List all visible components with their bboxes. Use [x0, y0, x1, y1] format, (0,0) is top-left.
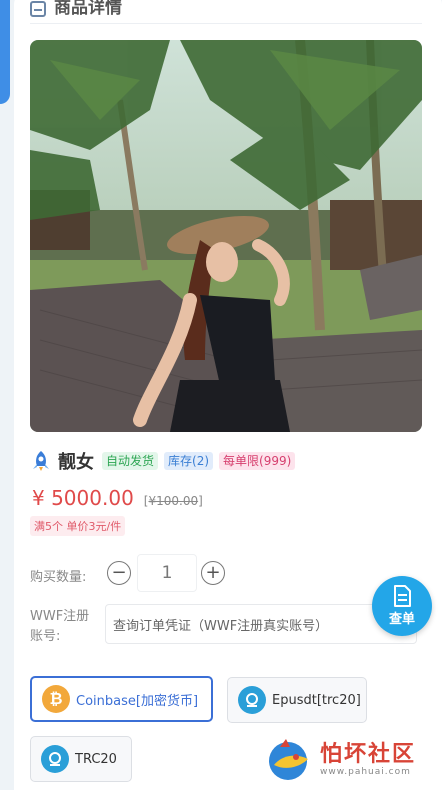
page-title: 商品详情: [54, 0, 122, 18]
quantity-increase-button[interactable]: +: [201, 561, 225, 585]
payment-epusdt-label: Epusdt[trc20]: [272, 692, 361, 708]
price-row: ¥ 5000.00 [¥100.00]: [32, 486, 203, 510]
account-input[interactable]: 查询订单凭证（WWF注册真实账号）: [105, 604, 417, 644]
trc20-icon: [41, 745, 69, 773]
original-price: [¥100.00]: [143, 494, 203, 508]
product-title-row: 靓女 自动发货 库存(2) 每单限(999): [30, 449, 301, 473]
payment-trc20[interactable]: TRC20: [30, 736, 132, 782]
product-price: ¥ 5000.00: [32, 486, 134, 510]
quantity-input[interactable]: 1: [137, 554, 197, 592]
quantity-label: 购买数量:: [30, 570, 87, 585]
tag-order-limit: 每单限(999): [219, 452, 296, 470]
product-photo-illustration: [30, 40, 422, 432]
quantity-decrease-button[interactable]: −: [107, 561, 131, 585]
payment-trc20-label: TRC20: [75, 751, 117, 767]
payment-coinbase[interactable]: ₿ Coinbase[加密货币]: [30, 676, 213, 722]
original-price-value: ¥100.00: [148, 494, 199, 508]
order-lookup-label: 查单: [388, 612, 415, 627]
site-watermark: 怕坏社区 www.pahuai.com: [266, 737, 416, 783]
product-image: [30, 40, 422, 432]
tag-stock: 库存(2): [164, 452, 214, 470]
order-lookup-button[interactable]: 查单: [372, 576, 432, 636]
bitcoin-icon: ₿: [42, 685, 70, 713]
watermark-logo-icon: [269, 739, 308, 780]
account-field-label: WWF注册账号:: [30, 609, 90, 644]
tag-auto-delivery: 自动发货: [102, 452, 159, 470]
epusdt-icon: [238, 686, 266, 714]
document-icon: [394, 585, 411, 607]
wholesale-discount-badge: 满5个 单价3元/件: [30, 516, 126, 536]
section-header: 商品详情: [30, 0, 422, 24]
watermark-title: 怕坏社区: [320, 742, 417, 767]
payment-coinbase-label: Coinbase[加密货币]: [76, 693, 199, 709]
product-name: 靓女: [58, 452, 94, 473]
watermark-url: www.pahuai.com: [320, 767, 411, 777]
details-icon: [30, 1, 46, 17]
left-accent-bar: [0, 0, 10, 104]
rocket-logo-icon: [33, 451, 49, 471]
payment-epusdt[interactable]: Epusdt[trc20]: [227, 677, 367, 723]
